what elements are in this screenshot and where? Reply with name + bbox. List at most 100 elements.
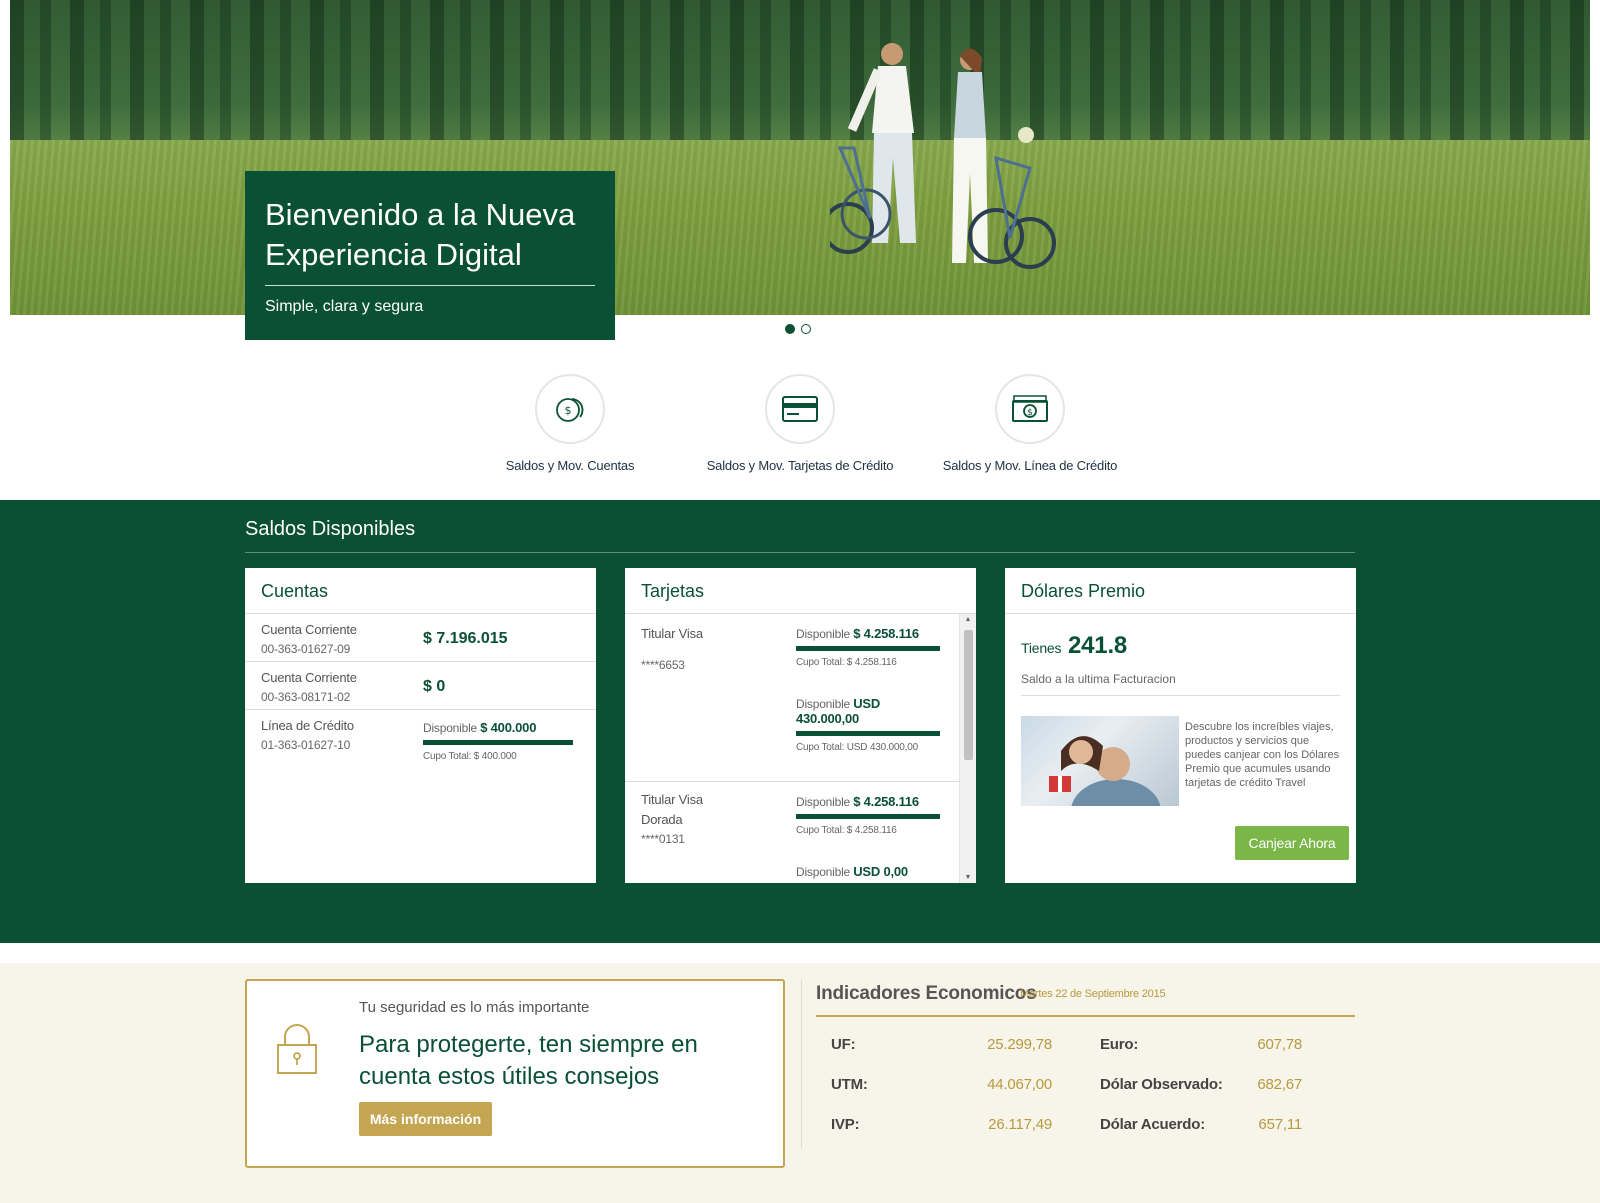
coins-icon: $ (556, 398, 584, 422)
hero-welcome-box: Bienvenido a la Nueva Experiencia Digita… (245, 171, 615, 340)
indicator-label: UF: (831, 1036, 856, 1053)
tarjetas-card: Tarjetas Titular Visa ****6653 Disponibl… (625, 568, 976, 883)
tarjetas-list[interactable]: Titular Visa ****6653 Disponible $ 4.258… (625, 614, 959, 883)
indicator-value: 44.067,00 (987, 1076, 1052, 1093)
dolares-balance: Tienes 241.8 (1021, 632, 1127, 660)
indicator-label: Euro: (1100, 1036, 1139, 1053)
indicadores-divider (816, 1015, 1355, 1017)
indicadores-title: Indicadores Economicos (816, 983, 1037, 1004)
available-value: $ 4.258.116 (853, 626, 919, 641)
carousel-dots (785, 324, 811, 334)
card-clp-total: Cupo Total: $ 4.258.116 (796, 657, 897, 668)
credit-card-icon-circle[interactable] (765, 374, 835, 444)
credit-line-row[interactable]: Línea de Crédito 01-363-01627-10 Disponi… (245, 710, 596, 780)
mas-informacion-button[interactable]: Más información (359, 1102, 492, 1136)
card-number: ****6653 (641, 658, 685, 672)
tarjetas-scrollbar[interactable]: ▲ ▼ (959, 614, 976, 883)
quick-access-cuentas-label[interactable]: Saldos y Mov. Cuentas (460, 458, 680, 473)
banknote-icon-circle[interactable]: $ (995, 374, 1065, 444)
hero-title: Bienvenido a la Nueva Experiencia Digita… (265, 197, 576, 272)
card-available-clp: Disponible $ 4.258.116 (796, 794, 940, 809)
account-balance: $ 0 (423, 678, 446, 695)
available-value: $ 4.258.116 (853, 794, 919, 809)
svg-text:$: $ (565, 404, 572, 417)
tarjetas-card-title: Tarjetas (625, 568, 976, 614)
credit-line-total: Cupo Total: $ 400.000 (423, 751, 517, 762)
available-label: Disponible (796, 795, 851, 809)
quick-access-linea[interactable]: $ Saldos y Mov. Línea de Crédito (920, 374, 1140, 473)
account-name: Cuenta Corriente (261, 670, 357, 685)
quick-access-tarjetas-label[interactable]: Saldos y Mov. Tarjetas de Crédito (690, 458, 910, 473)
indicator-value: 682,67 (1257, 1076, 1302, 1093)
quick-access-linea-label[interactable]: Saldos y Mov. Línea de Crédito (920, 458, 1140, 473)
account-number: 00-363-08171-02 (261, 690, 351, 704)
bottom-section (0, 963, 1600, 1203)
available-label: Disponible (796, 865, 851, 879)
card-available-usd: Disponible USD 430.000,00 (796, 696, 906, 726)
credit-card-icon (782, 396, 818, 422)
lock-icon (277, 1024, 317, 1074)
tienes-label: Tienes (1021, 640, 1062, 656)
scroll-down-icon[interactable]: ▼ (960, 874, 976, 881)
credit-line-name: Línea de Crédito (261, 718, 354, 733)
card-holder: Titular Visa (641, 626, 703, 641)
account-row[interactable]: Cuenta Corriente 00-363-01627-09 $ 7.196… (245, 614, 596, 662)
scrollbar-thumb[interactable] (964, 630, 973, 760)
available-value: $ 400.000 (480, 720, 537, 735)
account-name: Cuenta Corriente (261, 622, 357, 637)
card-clp-bar (796, 814, 940, 819)
indicator-value: 26.117,49 (988, 1116, 1052, 1133)
indicator-label: IVP: (831, 1116, 860, 1133)
saldos-title: Saldos Disponibles (245, 518, 416, 540)
account-row[interactable]: Cuenta Corriente 00-363-08171-02 $ 0 (245, 662, 596, 710)
carousel-dot-2[interactable] (801, 324, 811, 334)
card-holder: Titular Visa Dorada (641, 792, 703, 827)
indicator-value: 25.299,78 (987, 1036, 1052, 1053)
dolares-promo-text: Descubre los increíbles viajes, producto… (1185, 721, 1340, 789)
promo-couple-gift-image (1021, 716, 1179, 806)
banknote-icon: $ (1012, 395, 1048, 422)
available-label: Disponible (423, 721, 478, 735)
indicator-label: UTM: (831, 1076, 868, 1093)
hero-divider (265, 285, 595, 286)
security-headline: Para protegerte, ten siempre en cuenta e… (359, 1031, 698, 1090)
dolares-divider (1021, 695, 1340, 696)
dolares-premio-title: Dólares Premio (1005, 568, 1356, 614)
card-available-clp: Disponible $ 4.258.116 (796, 626, 940, 641)
scroll-up-icon[interactable]: ▲ (960, 616, 976, 623)
quick-access-cuentas[interactable]: $ Saldos y Mov. Cuentas (460, 374, 680, 473)
security-box: Tu seguridad es lo más importante Para p… (245, 979, 785, 1168)
card-usd-bar (796, 731, 940, 736)
credit-line-number: 01-363-01627-10 (261, 738, 351, 752)
available-value: USD 0,00 (853, 864, 908, 879)
card-usd-total: Cupo Total: USD 430.000,00 (796, 742, 918, 753)
cuentas-card: Cuentas Cuenta Corriente 00-363-01627-09… (245, 568, 596, 883)
dolares-premio-card: Dólares Premio Tienes 241.8 Saldo a la u… (1005, 568, 1356, 883)
bottom-divider (801, 980, 802, 1148)
indicator-value: 657,11 (1258, 1116, 1302, 1133)
dolares-amount: 241.8 (1068, 632, 1128, 659)
account-balance: $ 7.196.015 (423, 630, 508, 647)
coins-icon-circle[interactable]: $ (535, 374, 605, 444)
card-clp-total: Cupo Total: $ 4.258.116 (796, 825, 897, 836)
cuentas-card-title: Cuentas (245, 568, 596, 614)
credit-line-available: Disponible $ 400.000 (423, 720, 573, 735)
card-item[interactable]: Titular Visa Dorada ****0131 Disponible … (625, 782, 959, 883)
card-item[interactable]: Titular Visa ****6653 Disponible $ 4.258… (625, 614, 959, 782)
credit-line-usage-bar (423, 740, 573, 745)
svg-text:$: $ (1027, 408, 1033, 418)
carousel-dot-1[interactable] (785, 324, 795, 334)
card-clp-bar (796, 646, 940, 651)
hero-subtitle: Simple, clara y segura (265, 298, 424, 315)
dolares-saldo-label: Saldo a la ultima Facturacion (1021, 672, 1176, 686)
indicadores-date: Martes 22 de Septiembre 2015 (1020, 988, 1166, 1000)
canjear-ahora-button[interactable]: Canjear Ahora (1235, 826, 1349, 860)
account-number: 00-363-01627-09 (261, 642, 351, 656)
available-label: Disponible (796, 697, 851, 711)
available-label: Disponible (796, 627, 851, 641)
card-number: ****0131 (641, 832, 685, 846)
quick-access-tarjetas[interactable]: Saldos y Mov. Tarjetas de Crédito (690, 374, 910, 473)
card-available-usd: Disponible USD 0,00 (796, 864, 940, 879)
saldos-divider (245, 552, 1355, 553)
hero-forest-background (10, 0, 1590, 150)
